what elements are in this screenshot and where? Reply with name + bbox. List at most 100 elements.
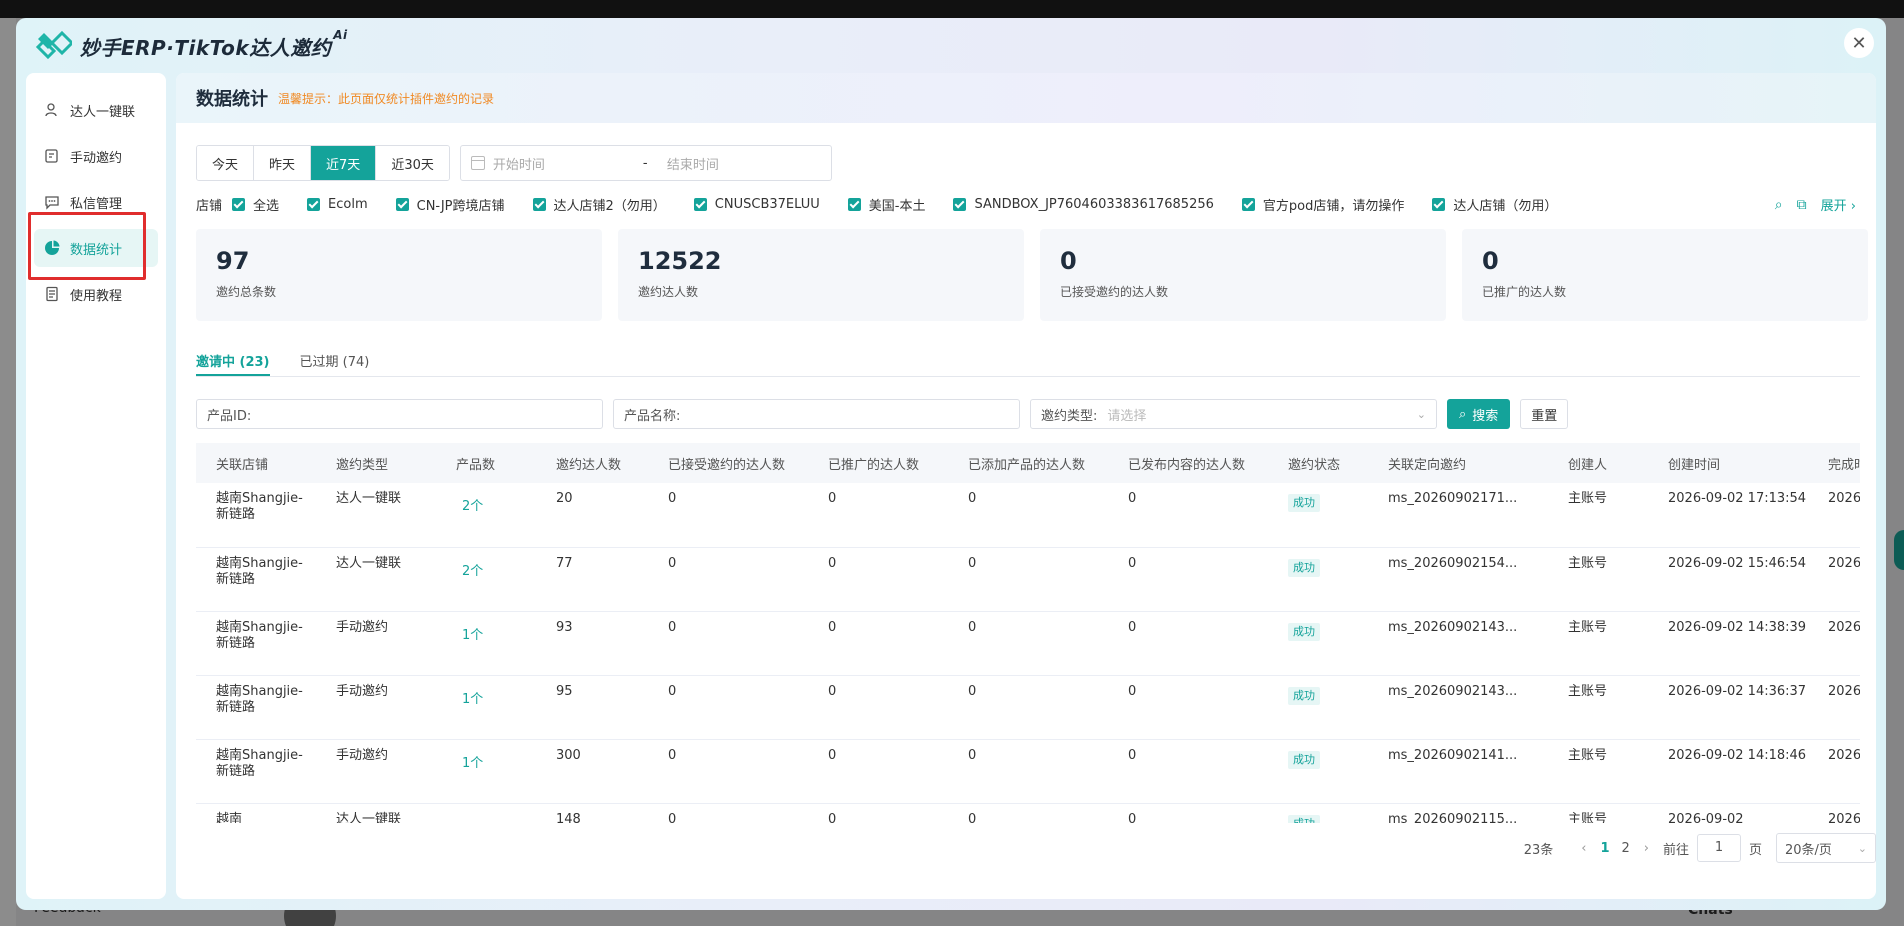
table-row: 越南Shangjie-新链路 手动邀约 1个 95 0 0 0 0 成功 ms_…: [196, 675, 1860, 740]
stat-label: 已推广的达人数: [1482, 285, 1567, 299]
checkbox-checked-icon: [953, 198, 967, 211]
table-header-row: 关联店铺 邀约类型 产品数 邀约达人数 已接受邀约的达人数 已推广的达人数 已添…: [196, 443, 1860, 483]
message-icon: [44, 194, 60, 210]
nav-item-tutorial[interactable]: 使用教程: [26, 271, 166, 317]
nav-item-label: 私信管理: [70, 196, 123, 212]
shop-checkbox[interactable]: 官方pod店铺，请勿操作: [1241, 195, 1404, 214]
search-icon[interactable]: ⌕: [1775, 197, 1783, 213]
status-badge: 成功: [1288, 558, 1320, 577]
copy-icon[interactable]: ⧉: [1797, 197, 1807, 213]
pagination-total: 23条: [1523, 842, 1554, 858]
shop-checkbox[interactable]: Ecolm: [307, 197, 368, 212]
cell-type: 手动邀约: [316, 739, 436, 804]
page-number[interactable]: 1: [1600, 841, 1609, 856]
shop-checkbox[interactable]: 达人店铺（勿用）: [1432, 195, 1557, 214]
date-range-picker[interactable]: 开始时间 - 结束时间: [459, 145, 832, 181]
shop-filter: 店铺 全选 Ecolm CN-JP跨境店铺 达人店铺2（勿用） CNUSCB37…: [196, 195, 1856, 215]
range-today-button[interactable]: 今天: [197, 146, 255, 180]
cell-creators: 20: [536, 483, 648, 548]
invite-type-select[interactable]: 邀约类型: 请选择 ⌄: [1030, 399, 1437, 429]
product-count-link[interactable]: 2个: [462, 499, 483, 515]
product-name-input[interactable]: [684, 406, 1019, 422]
range-30days-button[interactable]: 近30天: [376, 146, 449, 180]
end-date-placeholder[interactable]: 结束时间: [667, 154, 719, 173]
chevron-down-icon: ⌄: [1857, 841, 1867, 855]
status-badge: 成功: [1288, 622, 1320, 641]
cell-type: 达人一键联: [316, 547, 436, 612]
page-unit-label: 页: [1748, 842, 1762, 858]
shop-checkbox[interactable]: CNUSCB37ELUU: [693, 197, 820, 212]
cell-type: 手动邀约: [316, 675, 436, 740]
cell-promoted: 0: [808, 611, 948, 676]
goto-page-input[interactable]: 1: [1696, 834, 1741, 862]
product-name-field[interactable]: 产品名称:: [613, 399, 1020, 429]
cell-added: 0: [948, 675, 1108, 740]
cell-target: ms_20260902154...: [1368, 547, 1548, 612]
shop-checkbox[interactable]: SANDBOX_JP7604603383617685256: [953, 197, 1214, 212]
cell-promoted: 0: [808, 547, 948, 612]
shop-checkbox[interactable]: CN-JP跨境店铺: [395, 195, 505, 214]
cell-type: 达人一键联: [316, 483, 436, 548]
stat-cards: 97 邀约总条数 12522 邀约达人数 0 已接受邀约的达人数 0 已推广的达…: [196, 229, 1868, 321]
product-name-label: 产品名称:: [624, 408, 681, 424]
nav-item-manual-invite[interactable]: 手动邀约: [26, 133, 166, 179]
status-badge: 成功: [1288, 494, 1320, 512]
page-size-select[interactable]: 20条/页 ⌄: [1776, 833, 1876, 863]
product-count-link[interactable]: 1个: [462, 756, 483, 772]
cell-promoted: 0: [808, 803, 948, 823]
cell-shop: 越南Shangjie-新链路: [196, 611, 316, 676]
pagination: 23条 ‹ 1 2 › 前往 1 页 20条/页 ⌄: [1524, 833, 1876, 863]
cell-created: 2026-09-02 14:18:46: [1648, 739, 1808, 804]
next-page-icon[interactable]: ›: [1644, 841, 1649, 856]
content-panel: 数据统计 温馨提示：此页面仅统计插件邀约的记录 今天 昨天 近7天 近30天 开…: [176, 73, 1876, 899]
reset-button[interactable]: 重置: [1520, 399, 1569, 429]
shop-checkbox[interactable]: 美国-本土: [847, 195, 926, 214]
product-count-link[interactable]: 2个: [462, 564, 483, 580]
range-yesterday-button[interactable]: 昨天: [254, 146, 312, 180]
cell-products: 1个: [436, 675, 536, 740]
expand-link[interactable]: 展开 ›: [1821, 195, 1856, 214]
start-date-placeholder[interactable]: 开始时间: [493, 154, 643, 173]
product-count-link[interactable]: 1个: [462, 628, 483, 644]
cell-target: ms_20260902143...: [1368, 675, 1548, 740]
checkbox-checked-icon: [232, 198, 246, 211]
shop-checkbox-label: 达人店铺2（勿用）: [553, 199, 666, 214]
cell-shop: 越南: [196, 803, 316, 823]
stat-card-accepted-creators: 0 已接受邀约的达人数: [1040, 229, 1446, 321]
nav-item-statistics[interactable]: 数据统计: [26, 225, 166, 271]
checkbox-checked-icon: [847, 198, 861, 211]
close-button[interactable]: ✕: [1844, 28, 1874, 58]
shop-checkbox[interactable]: 全选: [232, 195, 279, 214]
shop-checkbox-label: Ecolm: [328, 197, 368, 212]
search-button[interactable]: ⌕ 搜索: [1447, 399, 1511, 429]
cell-products: [436, 803, 536, 823]
table-row: 越南Shangjie-新链路 达人一键联 2个 77 0 0 0 0 成功 ms…: [196, 547, 1860, 612]
product-id-field[interactable]: 产品ID:: [196, 399, 603, 429]
cell-promoted: 0: [808, 483, 948, 548]
prev-page-icon[interactable]: ‹: [1581, 841, 1586, 856]
invites-table-container[interactable]: 关联店铺 邀约类型 产品数 邀约达人数 已接受邀约的达人数 已推广的达人数 已添…: [196, 443, 1860, 823]
shop-checkbox-label: 全选: [253, 199, 280, 214]
product-id-input[interactable]: [255, 406, 602, 422]
search-button-label: 搜索: [1472, 408, 1499, 424]
cell-published: 0: [1108, 675, 1268, 740]
invite-type-placeholder: 请选择: [1107, 408, 1147, 424]
nav-item-messages[interactable]: 私信管理: [26, 179, 166, 225]
stats-modal: 妙手ERP·TikTok达人邀约Ai ✕ 达人一键联 手动邀约 私信管理 数据统…: [16, 18, 1886, 910]
range-7days-button[interactable]: 近7天: [311, 146, 377, 180]
status-badge: 成功: [1288, 814, 1320, 823]
shop-checkbox-label: 美国-本土: [868, 199, 926, 214]
product-count-link[interactable]: 1个: [462, 692, 483, 708]
cell-products: 1个: [436, 739, 536, 804]
cell-promoted: 0: [808, 739, 948, 804]
tab-inviting[interactable]: 邀请中 (23): [196, 345, 270, 376]
column-header: 产品数: [436, 443, 536, 483]
cell-promoted: 0: [808, 675, 948, 740]
checkbox-checked-icon: [1432, 198, 1446, 211]
nav-item-creator-connect[interactable]: 达人一键联: [26, 87, 166, 133]
page-number[interactable]: 2: [1621, 841, 1629, 856]
tab-expired[interactable]: 已过期 (74): [300, 345, 370, 376]
cell-target: ms_20260902141...: [1368, 739, 1548, 804]
cell-creators: 300: [536, 739, 648, 804]
shop-checkbox[interactable]: 达人店铺2（勿用）: [532, 195, 666, 214]
